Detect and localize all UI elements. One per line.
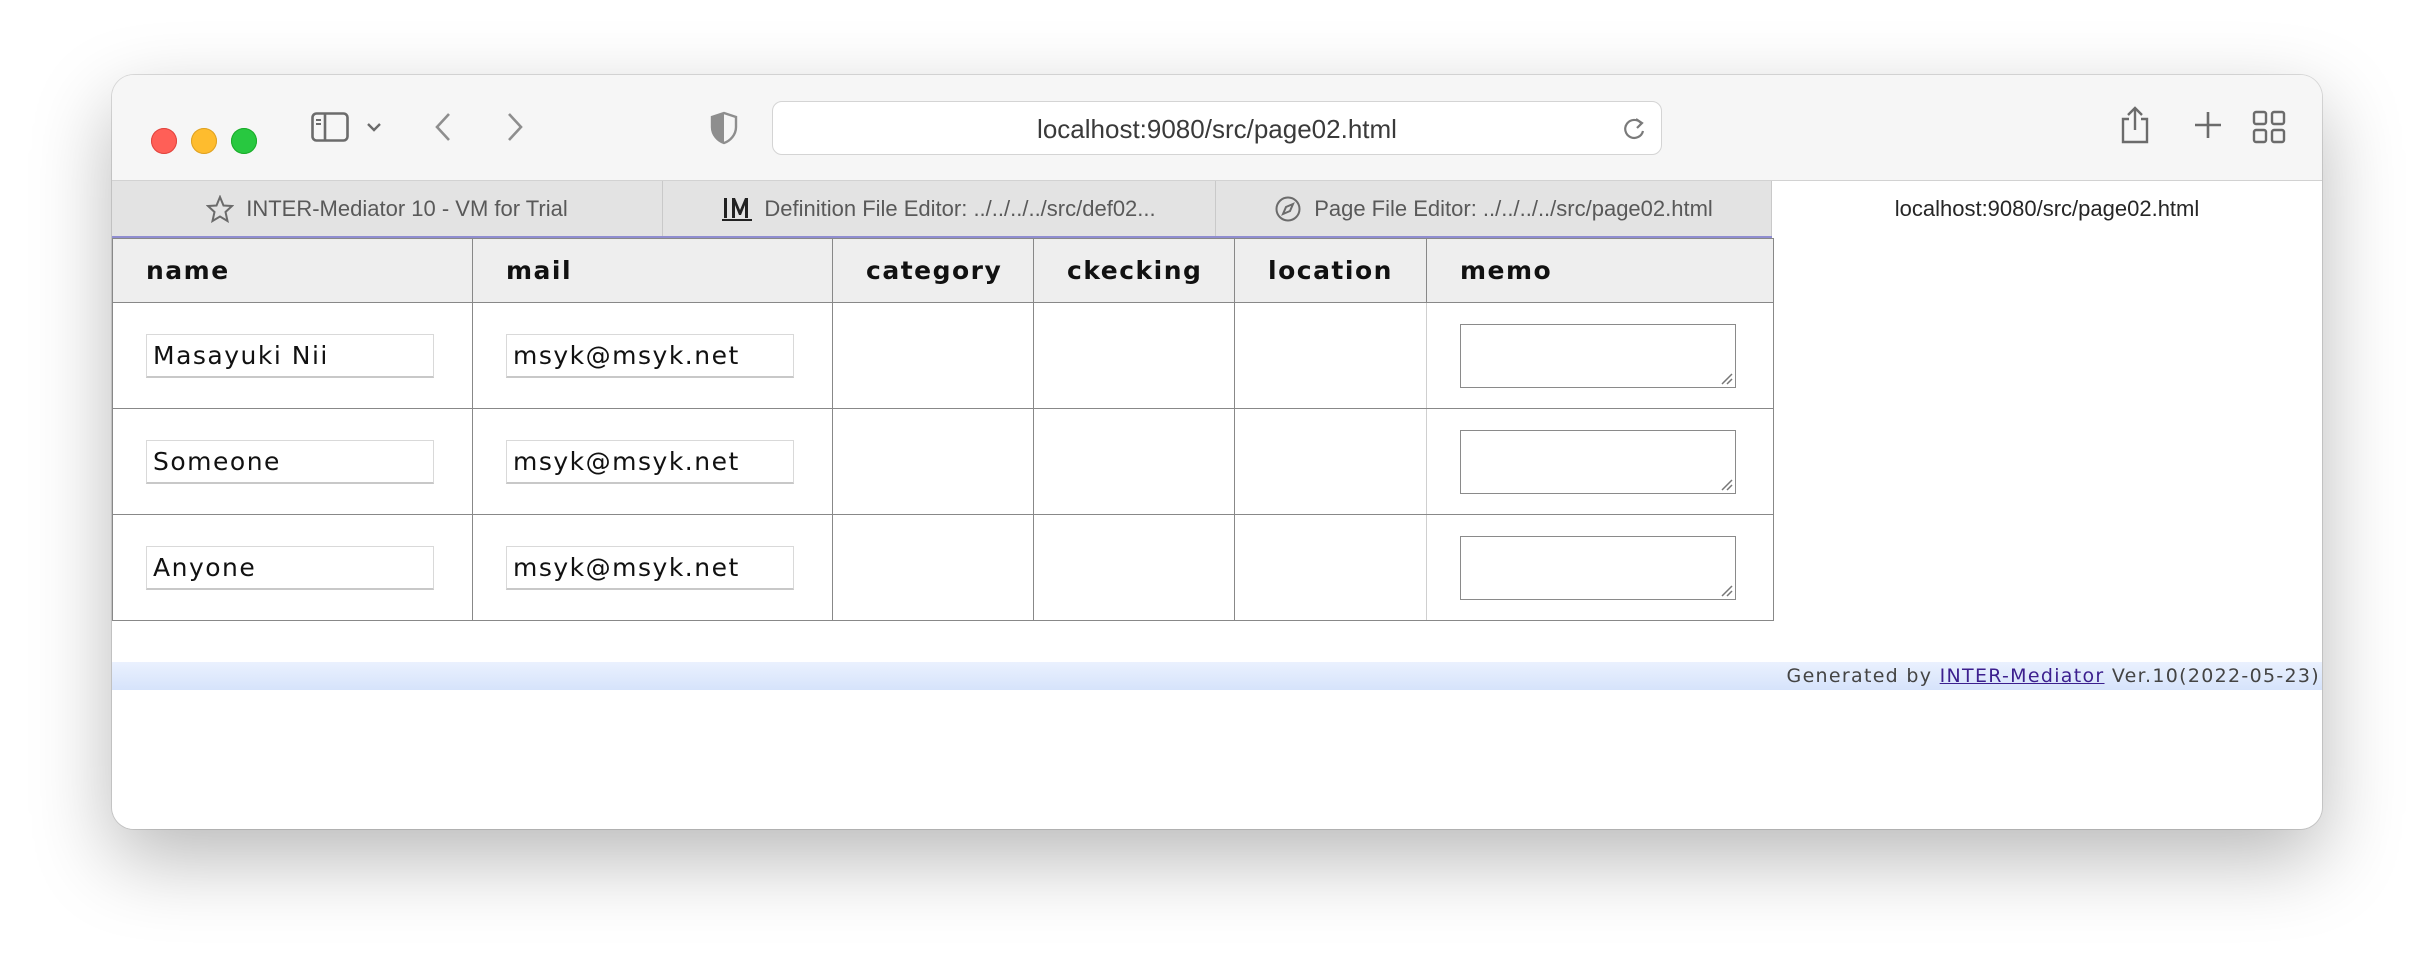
- star-icon: [206, 195, 235, 223]
- browser-window: localhost:9080/src/page02.html INTER-Med…: [112, 75, 2322, 829]
- header-checking: ckecking: [1033, 238, 1235, 303]
- resize-grip-icon[interactable]: [1719, 477, 1733, 491]
- tab-definition-file-editor[interactable]: Definition File Editor: ../../../../src/…: [663, 181, 1216, 237]
- footer-generated-by: Generated by: [1786, 665, 1933, 687]
- cell-category: [832, 514, 1034, 621]
- footer-band: Generated by INTER-Mediator Ver.10(2022-…: [112, 662, 2322, 690]
- cell-name: Anyone: [112, 514, 473, 621]
- cell-checking: [1033, 514, 1235, 621]
- browser-toolbar: localhost:9080/src/page02.html: [112, 75, 2322, 180]
- reload-icon[interactable]: [1621, 116, 1647, 147]
- chevron-down-icon[interactable]: [362, 113, 386, 141]
- cell-location: [1234, 302, 1427, 409]
- header-category: category: [832, 238, 1034, 303]
- minimize-window-button[interactable]: [191, 128, 217, 154]
- cell-name: Someone: [112, 408, 473, 515]
- new-tab-plus-icon[interactable]: [2190, 107, 2226, 143]
- cell-category: [832, 408, 1034, 515]
- cell-memo: [1426, 302, 1774, 409]
- intermediator-logo-icon: [722, 196, 753, 222]
- maximize-window-button[interactable]: [231, 128, 257, 154]
- table-header-row: name mail category ckecking location mem…: [112, 238, 1774, 303]
- close-window-button[interactable]: [151, 128, 177, 154]
- tab-label: localhost:9080/src/page02.html: [1894, 196, 2200, 221]
- memo-textarea[interactable]: [1460, 535, 1736, 600]
- cell-name: Masayuki Nii: [112, 302, 473, 409]
- address-url[interactable]: localhost:9080/src/page02.html: [773, 102, 1661, 156]
- cell-memo: [1426, 408, 1774, 515]
- intermediator-link[interactable]: INTER-Mediator: [1940, 665, 2105, 687]
- address-bar[interactable]: localhost:9080/src/page02.html: [772, 101, 1662, 155]
- header-memo: memo: [1426, 238, 1774, 303]
- forward-arrow-icon[interactable]: [500, 107, 530, 147]
- data-table: name mail category ckecking location mem…: [112, 238, 1774, 621]
- tab-bar: INTER-Mediator 10 - VM for Trial Definit…: [112, 180, 2322, 237]
- memo-textarea[interactable]: [1460, 429, 1736, 494]
- tab-label: INTER-Mediator 10 - VM for Trial: [246, 196, 568, 221]
- name-input[interactable]: Someone: [146, 439, 434, 484]
- share-icon[interactable]: [2117, 103, 2153, 147]
- cell-location: [1234, 408, 1427, 515]
- privacy-shield-icon[interactable]: [708, 109, 740, 147]
- header-name: name: [112, 238, 473, 303]
- header-mail: mail: [472, 238, 833, 303]
- memo-textarea[interactable]: [1460, 323, 1736, 388]
- cell-mail: msyk@msyk.net: [472, 408, 833, 515]
- name-input[interactable]: Anyone: [146, 545, 434, 590]
- resize-grip-icon[interactable]: [1719, 583, 1733, 597]
- mail-input[interactable]: msyk@msyk.net: [506, 545, 794, 590]
- cell-checking: [1033, 302, 1235, 409]
- cell-location: [1234, 514, 1427, 621]
- name-input[interactable]: Masayuki Nii: [146, 333, 434, 378]
- footer-version: Ver.10(2022-05-23): [2111, 665, 2320, 687]
- header-location: location: [1234, 238, 1427, 303]
- table-row: Masayuki Nii msyk@msyk.net: [112, 302, 1774, 409]
- tab-localhost-page02[interactable]: localhost:9080/src/page02.html: [1772, 181, 2322, 237]
- cell-category: [832, 302, 1034, 409]
- tab-label: Definition File Editor: ../../../../src/…: [764, 196, 1156, 221]
- cell-mail: msyk@msyk.net: [472, 514, 833, 621]
- table-row: Anyone msyk@msyk.net: [112, 514, 1774, 621]
- page-content: name mail category ckecking location mem…: [112, 238, 2322, 829]
- tab-label: Page File Editor: ../../../../src/page02…: [1314, 196, 1713, 221]
- back-arrow-icon[interactable]: [428, 107, 458, 147]
- tab-page-file-editor[interactable]: Page File Editor: ../../../../src/page02…: [1216, 181, 1772, 237]
- cell-memo: [1426, 514, 1774, 621]
- footer-credit: Generated by INTER-Mediator Ver.10(2022-…: [1787, 662, 2320, 690]
- table-row: Someone msyk@msyk.net: [112, 408, 1774, 515]
- cell-mail: msyk@msyk.net: [472, 302, 833, 409]
- mail-input[interactable]: msyk@msyk.net: [506, 439, 794, 484]
- compass-icon: [1274, 195, 1302, 223]
- resize-grip-icon[interactable]: [1719, 371, 1733, 385]
- tab-overview-grid-icon[interactable]: [2249, 107, 2289, 147]
- sidebar-icon[interactable]: [308, 107, 352, 147]
- tab-intermediator-vm[interactable]: INTER-Mediator 10 - VM for Trial: [112, 181, 663, 237]
- cell-checking: [1033, 408, 1235, 515]
- mail-input[interactable]: msyk@msyk.net: [506, 333, 794, 378]
